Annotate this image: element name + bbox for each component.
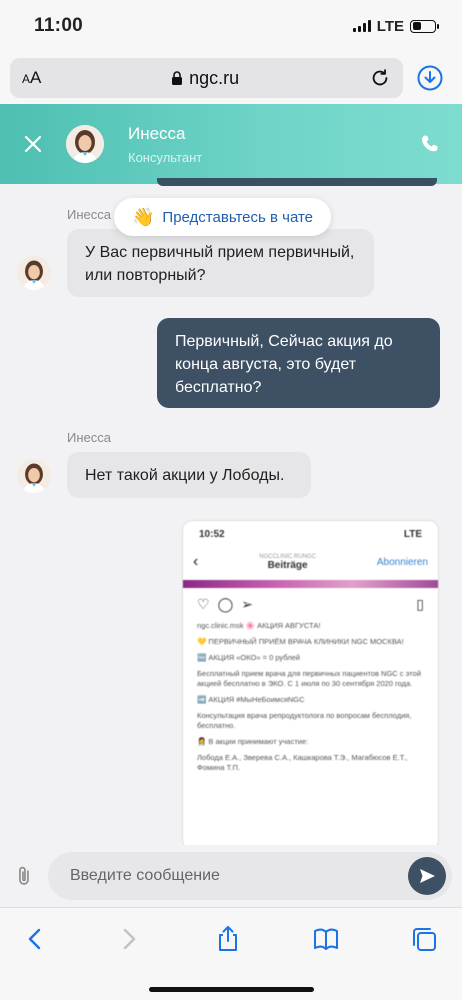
attachment-text-line: ➡️ АКЦИЯ #МыНеБоимсяNGC bbox=[197, 695, 305, 704]
share-icon: ➢ bbox=[241, 596, 253, 612]
attachment-titles: NGCCLINIC.RUNGC Beiträge bbox=[198, 554, 377, 571]
attachment-actions: ♡ ◯ ➢ ▯ bbox=[183, 588, 438, 621]
attachment-text-line: 👩‍⚕️ В акции принимают участие: bbox=[197, 737, 309, 746]
attachment-nav-title: Beiträge bbox=[267, 559, 308, 571]
outgoing-message[interactable]: Первичный, Сейчас акция до конца августа… bbox=[157, 318, 440, 408]
attachment-text-line: 🆓 АКЦИЯ «ОКО» = 0 рублей bbox=[197, 653, 300, 662]
phone-icon[interactable] bbox=[418, 132, 442, 156]
address-bar[interactable]: AAAA ngc.ru bbox=[10, 58, 403, 98]
comment-icon: ◯ bbox=[217, 596, 234, 612]
introduce-yourself-toast[interactable]: 👋 Представьтесь в чате bbox=[114, 198, 332, 236]
attachment-nav: ‹ NGCCLINIC.RUNGC Beiträge Abonnieren bbox=[183, 544, 438, 580]
status-bar: 11:00 LTE bbox=[0, 0, 462, 52]
browser-toolbar bbox=[0, 907, 462, 1000]
waving-hand-icon: 👋 bbox=[132, 206, 155, 227]
incoming-message[interactable]: У Вас первичный прием первичный, или пов… bbox=[67, 229, 374, 297]
consultant-role: Консультант bbox=[128, 149, 203, 165]
text-size-button[interactable]: AAAA bbox=[22, 68, 41, 88]
attachment-text-line: Лобода Е.А., Зверева С.А., Кашкарова Т.Э… bbox=[197, 753, 408, 772]
send-icon bbox=[420, 869, 435, 883]
home-indicator bbox=[149, 987, 314, 992]
consultant-name: Инесса bbox=[128, 123, 186, 143]
incoming-message[interactable]: Нет такой акции у Лободы. bbox=[67, 452, 311, 498]
battery-icon bbox=[410, 19, 439, 33]
attachment-text-line: Консультация врача репродуктолога по воп… bbox=[197, 711, 412, 730]
message-composer bbox=[0, 845, 462, 907]
close-icon[interactable] bbox=[20, 131, 46, 157]
status-time: 11:00 bbox=[34, 15, 84, 36]
tabs-icon[interactable] bbox=[409, 924, 439, 954]
paperclip-icon[interactable] bbox=[12, 864, 36, 888]
bookmarks-icon[interactable] bbox=[311, 924, 341, 954]
previous-message-edge bbox=[157, 178, 437, 186]
attachment-follow: Abonnieren bbox=[376, 556, 428, 568]
message-sender: Инесса bbox=[67, 207, 111, 222]
consultant-info: Инесса Консультант bbox=[128, 124, 202, 165]
bookmark-icon: ▯ bbox=[416, 596, 424, 612]
phone-screen: 11:00 LTE AAAA ngc.ru Инесса Консультант bbox=[0, 0, 462, 1000]
lock-icon bbox=[172, 70, 183, 85]
browser-address-row: AAAA ngc.ru bbox=[0, 52, 462, 104]
attachment-text-line: 💛 ПЕРВИЧНЫЙ ПРИЁМ ВРАЧА КЛИНИКИ NGC МОСК… bbox=[197, 637, 404, 646]
attached-screenshot-image[interactable]: 10:52 LTE ‹ NGCCLINIC.RUNGC Beiträge Abo… bbox=[182, 520, 439, 850]
message-sender: Инесса bbox=[67, 430, 111, 445]
consultant-avatar bbox=[17, 256, 51, 290]
chat-header: Инесса Консультант bbox=[0, 104, 462, 184]
attachment-text-line: Бесплатный прием врача для первичных пац… bbox=[197, 669, 422, 688]
message-input[interactable] bbox=[69, 867, 408, 885]
toast-text: Представьтесь в чате bbox=[162, 208, 314, 226]
signal-icon bbox=[352, 20, 371, 32]
url-display[interactable]: ngc.ru bbox=[41, 68, 369, 89]
consultant-avatar bbox=[17, 459, 51, 493]
heart-icon: ♡ bbox=[197, 596, 210, 612]
status-indicators: LTE bbox=[352, 17, 439, 35]
url-text: ngc.ru bbox=[189, 67, 240, 88]
message-input-wrapper bbox=[47, 852, 452, 900]
share-icon[interactable] bbox=[213, 924, 243, 954]
attachment-text-line: ngc.clinic.msk 🌸 АКЦИЯ АВГУСТА! bbox=[197, 621, 321, 630]
attachment-network: LTE bbox=[403, 529, 422, 540]
attachment-status-bar: 10:52 LTE bbox=[183, 521, 438, 544]
reload-icon[interactable] bbox=[369, 67, 391, 89]
attachment-banner bbox=[183, 580, 438, 588]
download-icon[interactable] bbox=[417, 65, 443, 91]
network-label: LTE bbox=[376, 17, 404, 35]
forward-icon[interactable] bbox=[114, 924, 144, 954]
send-button[interactable] bbox=[408, 857, 446, 895]
back-icon[interactable] bbox=[20, 924, 50, 954]
consultant-avatar bbox=[66, 125, 104, 163]
attachment-time: 10:52 bbox=[199, 529, 225, 540]
